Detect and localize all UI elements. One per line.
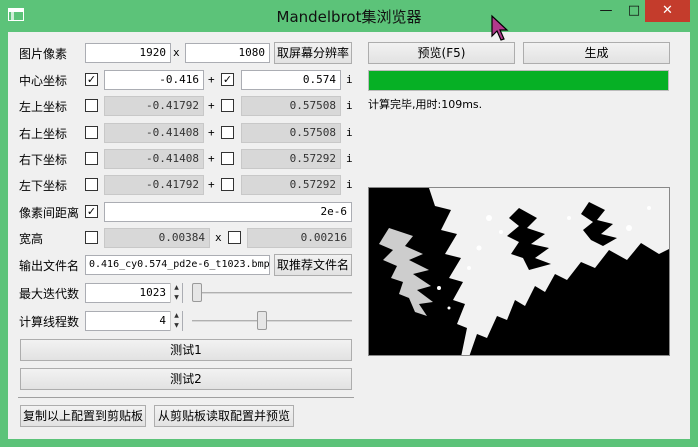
pixel-distance-field[interactable]: 2e-6 <box>104 202 352 222</box>
bottom-left-checkbox[interactable] <box>85 178 98 191</box>
center-plus: + <box>208 73 215 86</box>
close-button[interactable]: ✕ <box>645 0 690 22</box>
top-right-checkbox[interactable] <box>85 126 98 139</box>
size-label: 宽高 <box>19 232 44 246</box>
max-iter-label: 最大迭代数 <box>19 287 80 301</box>
client-area: 图片像素 1920 x 1080 取屏幕分辨率 中心坐标 ✓ -0.416 + … <box>8 32 690 439</box>
top-left-im-field[interactable]: 0.57508 <box>241 96 341 116</box>
bottom-left-i: i <box>346 178 353 191</box>
spin-up-icon[interactable]: ▲ <box>171 311 182 320</box>
size-height-checkbox[interactable] <box>228 231 241 244</box>
max-iter-spinner[interactable]: ▲ ▼ <box>170 283 182 303</box>
pixel-width-field[interactable]: 1920 <box>85 43 171 63</box>
spin-down-icon[interactable]: ▼ <box>171 321 182 330</box>
center-i: i <box>346 73 353 86</box>
size-checkbox[interactable] <box>85 231 98 244</box>
divider <box>18 397 354 398</box>
bottom-right-im-checkbox[interactable] <box>221 152 234 165</box>
top-left-i: i <box>346 99 353 112</box>
maximize-button[interactable]: □ <box>620 0 648 22</box>
size-width-field[interactable]: 0.00384 <box>104 228 210 248</box>
center-checkbox[interactable]: ✓ <box>85 73 98 86</box>
max-iter-field[interactable]: 1023 <box>85 283 183 303</box>
bottom-left-im-field[interactable]: 0.57292 <box>241 175 341 195</box>
top-left-plus: + <box>208 99 215 112</box>
get-recommended-filename-button[interactable]: 取推荐文件名 <box>274 254 352 276</box>
progress-fill <box>369 71 668 90</box>
output-file-label: 输出文件名 <box>19 259 80 273</box>
minimize-button[interactable]: — <box>592 0 620 22</box>
center-im-field[interactable]: 0.574 <box>241 70 341 90</box>
top-right-re-field[interactable]: -0.41408 <box>104 123 204 143</box>
threads-field[interactable]: 4 <box>85 311 183 331</box>
pixel-distance-checkbox[interactable]: ✓ <box>85 205 98 218</box>
threads-label: 计算线程数 <box>19 315 80 329</box>
center-im-checkbox[interactable]: ✓ <box>221 73 234 86</box>
bottom-left-re-field[interactable]: -0.41792 <box>104 175 204 195</box>
bottom-right-plus: + <box>208 152 215 165</box>
bottom-left-im-checkbox[interactable] <box>221 178 234 191</box>
bottom-right-re-field[interactable]: -0.41408 <box>104 149 204 169</box>
top-right-label: 右上坐标 <box>19 127 68 141</box>
fractal-image <box>369 188 669 355</box>
size-x-separator: x <box>215 231 222 244</box>
top-right-im-checkbox[interactable] <box>221 126 234 139</box>
top-left-label: 左上坐标 <box>19 100 68 114</box>
threads-spinner[interactable]: ▲ ▼ <box>170 311 182 331</box>
bottom-right-i: i <box>346 152 353 165</box>
top-left-re-field[interactable]: -0.41792 <box>104 96 204 116</box>
pixel-distance-label: 像素间距离 <box>19 206 80 220</box>
progress-bar <box>368 70 669 91</box>
max-iter-slider[interactable] <box>192 292 352 294</box>
test1-button[interactable]: 测试1 <box>20 339 352 361</box>
top-right-im-field[interactable]: 0.57508 <box>241 123 341 143</box>
bottom-left-plus: + <box>208 178 215 191</box>
top-right-i: i <box>346 126 353 139</box>
top-left-im-checkbox[interactable] <box>221 99 234 112</box>
get-screen-resolution-button[interactable]: 取屏幕分辨率 <box>274 42 352 64</box>
top-right-plus: + <box>208 126 215 139</box>
size-height-field[interactable]: 0.00216 <box>247 228 352 248</box>
test2-button[interactable]: 测试2 <box>20 368 352 390</box>
bottom-left-label: 左下坐标 <box>19 179 68 193</box>
status-text: 计算完毕,用时:109ms. <box>368 98 483 111</box>
top-left-checkbox[interactable] <box>85 99 98 112</box>
copy-config-button[interactable]: 复制以上配置到剪贴板 <box>20 405 146 427</box>
mouse-cursor-icon <box>491 14 509 41</box>
paste-config-button[interactable]: 从剪贴板读取配置并预览 <box>154 405 294 427</box>
max-iter-slider-handle[interactable] <box>192 283 202 302</box>
preview-button[interactable]: 预览(F5) <box>368 42 515 64</box>
bottom-right-checkbox[interactable] <box>85 152 98 165</box>
center-re-field[interactable]: -0.416 <box>104 70 204 90</box>
pixels-x-separator: x <box>173 46 180 59</box>
threads-slider[interactable] <box>192 320 352 322</box>
spin-down-icon[interactable]: ▼ <box>171 293 182 302</box>
pixel-height-field[interactable]: 1080 <box>185 43 270 63</box>
generate-button[interactable]: 生成 <box>523 42 670 64</box>
center-label: 中心坐标 <box>19 74 68 88</box>
bottom-right-im-field[interactable]: 0.57292 <box>241 149 341 169</box>
pixels-label: 图片像素 <box>19 47 68 61</box>
fractal-preview-image <box>368 187 670 356</box>
output-file-field[interactable]: 0.416_cy0.574_pd2e-6_t1023.bmp <box>85 255 270 275</box>
threads-slider-handle[interactable] <box>256 311 267 330</box>
bottom-right-label: 右下坐标 <box>19 153 68 167</box>
spin-up-icon[interactable]: ▲ <box>171 283 182 292</box>
